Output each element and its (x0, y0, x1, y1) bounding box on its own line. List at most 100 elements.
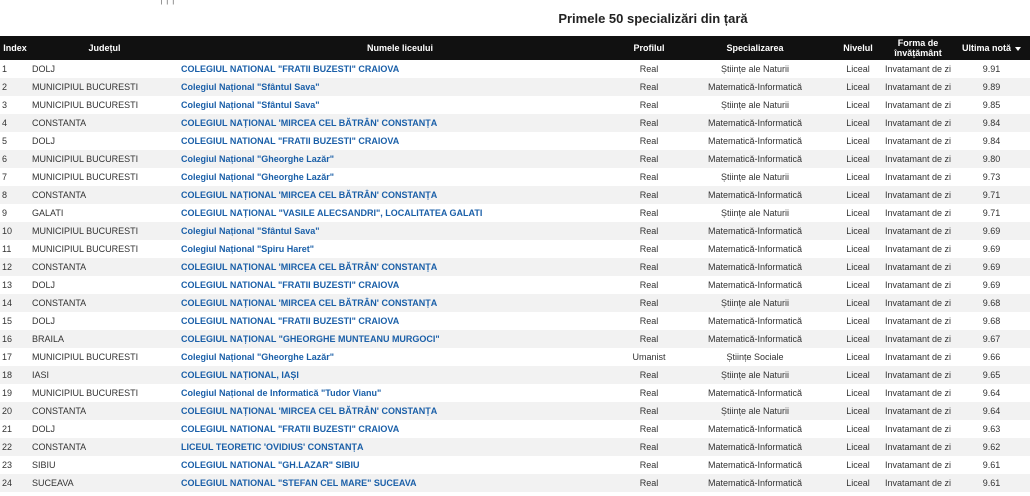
cell-liceu: COLEGIUL NAȚIONAL 'MIRCEA CEL BĂTRÂN' CO… (179, 402, 621, 420)
cell-nivel: Liceal (846, 424, 870, 434)
cell-liceu: Colegiul Național "Spiru Haret" (179, 240, 621, 258)
cell-nivel: Liceal (846, 406, 870, 416)
school-link[interactable]: Colegiul Național "Sfântul Sava" (181, 100, 320, 110)
cell-liceu: COLEGIUL NATIONAL "FRATII BUZESTI" CRAIO… (179, 312, 621, 330)
school-link[interactable]: COLEGIUL NATIONAL "FRATII BUZESTI" CRAIO… (181, 424, 399, 434)
cell-forma: Invatamant de zi (885, 82, 952, 92)
school-link[interactable]: COLEGIUL NAȚIONAL "GHEORGHE MUNTEANU MUR… (181, 334, 440, 344)
cell-index: 22 (2, 442, 13, 452)
school-link[interactable]: Colegiul Național "Gheorghe Lazăr" (181, 172, 334, 182)
cell-judet: SUCEAVA (32, 478, 74, 488)
cell-profil: Real (639, 190, 659, 200)
cell-forma: Invatamant de zi (885, 208, 952, 218)
cell-judet: CONSTANTA (32, 118, 87, 128)
school-link[interactable]: COLEGIUL NATIONAL "FRATII BUZESTI" CRAIO… (181, 316, 399, 326)
school-link[interactable]: COLEGIUL NAȚIONAL "VASILE ALECSANDRI", L… (181, 208, 482, 218)
cell-forma: Invatamant de zi (885, 172, 952, 182)
cell-forma: Invatamant de zi (885, 154, 952, 164)
school-link[interactable]: COLEGIUL NATIONAL "FRATII BUZESTI" CRAIO… (181, 280, 399, 290)
cell-nota: 9.89 (982, 82, 1001, 92)
school-link[interactable]: COLEGIUL NAȚIONAL 'MIRCEA CEL BĂTRÂN' CO… (181, 298, 437, 308)
cell-profil: Real (639, 334, 659, 344)
cell-index: 20 (2, 406, 13, 416)
cell-profil: Real (639, 82, 659, 92)
cell-judet: CONSTANTA (32, 406, 87, 416)
cell-liceu: Colegiul Național "Sfântul Sava" (179, 78, 621, 96)
school-link[interactable]: Colegiul Național "Spiru Haret" (181, 244, 314, 254)
cell-specializare: Matematică-Informatică (707, 190, 803, 200)
cell-judet: DOLJ (32, 316, 56, 326)
cell-index: 23 (2, 460, 13, 470)
cell-judet: CONSTANTA (32, 442, 87, 452)
column-header-nota[interactable]: Ultima notă (953, 36, 1030, 60)
cell-nivel: Liceal (846, 154, 870, 164)
school-link[interactable]: Colegiul Național "Gheorghe Lazăr" (181, 352, 334, 362)
table-row: 8 CONSTANTA COLEGIUL NAȚIONAL 'MIRCEA CEL … (0, 186, 1030, 204)
column-header-forma[interactable]: Forma de învățământ (883, 36, 953, 60)
cell-nivel: Liceal (846, 226, 870, 236)
column-header-specializare[interactable]: Specializarea (677, 36, 833, 60)
cell-nivel: Liceal (846, 442, 870, 452)
cell-nivel: Liceal (846, 208, 870, 218)
cell-forma: Invatamant de zi (885, 316, 952, 326)
cell-specializare: Matematică-Informatică (707, 226, 803, 236)
cell-nivel: Liceal (846, 244, 870, 254)
cell-liceu: COLEGIUL NAȚIONAL, IAȘI (179, 366, 621, 384)
cell-judet: GALATI (32, 208, 64, 218)
cell-index: 13 (2, 280, 13, 290)
cell-specializare: Matematică-Informatică (707, 388, 803, 398)
cell-nivel: Liceal (846, 136, 870, 146)
cell-judet: MUNICIPIUL BUCURESTI (32, 100, 139, 110)
cell-nivel: Liceal (846, 298, 870, 308)
school-link[interactable]: COLEGIUL NAȚIONAL 'MIRCEA CEL BĂTRÂN' CO… (181, 262, 437, 272)
cell-profil: Real (639, 208, 659, 218)
cell-liceu: COLEGIUL NATIONAL "GH.LAZAR" SIBIU (179, 456, 621, 474)
school-link[interactable]: Colegiul Național "Gheorghe Lazăr" (181, 154, 334, 164)
school-link[interactable]: COLEGIUL NATIONAL "STEFAN CEL MARE" SUCE… (181, 478, 417, 488)
school-link[interactable]: Colegiul Național de Informatică "Tudor … (181, 388, 381, 398)
school-link[interactable]: Colegiul Național "Sfântul Sava" (181, 82, 320, 92)
school-link[interactable]: COLEGIUL NAȚIONAL 'MIRCEA CEL BĂTRÂN' CO… (181, 406, 437, 416)
cell-specializare: Matematică-Informatică (707, 136, 803, 146)
cell-index: 15 (2, 316, 13, 326)
cell-index: 10 (2, 226, 13, 236)
cell-specializare: Matematică-Informatică (707, 82, 803, 92)
school-link[interactable]: LICEUL TEORETIC 'OVIDIUS' CONSTANȚA (181, 442, 363, 452)
cell-specializare: Matematică-Informatică (707, 154, 803, 164)
cell-specializare: Științe ale Naturii (720, 370, 790, 380)
cell-judet: CONSTANTA (32, 262, 87, 272)
column-header-judet[interactable]: Județul (30, 36, 179, 60)
school-link[interactable]: Colegiul Național "Sfântul Sava" (181, 226, 320, 236)
cell-index: 19 (2, 388, 13, 398)
school-link[interactable]: COLEGIUL NAȚIONAL 'MIRCEA CEL BĂTRÂN' CO… (181, 118, 437, 128)
cell-profil: Real (639, 424, 659, 434)
cell-forma: Invatamant de zi (885, 406, 952, 416)
table-row: 3 MUNICIPIUL BUCURESTI Colegiul Național "… (0, 96, 1030, 114)
table-row: 10 MUNICIPIUL BUCURESTI Colegiul Național … (0, 222, 1030, 240)
school-link[interactable]: COLEGIUL NATIONAL "FRATII BUZESTI" CRAIO… (181, 64, 399, 74)
top-breadcrumb-fragment: | | | (160, 0, 175, 5)
cell-index: 4 (2, 118, 8, 128)
school-link[interactable]: COLEGIUL NAȚIONAL 'MIRCEA CEL BĂTRÂN' CO… (181, 190, 437, 200)
column-header-nivel[interactable]: Nivelul (833, 36, 883, 60)
cell-specializare: Științe ale Naturii (720, 100, 790, 110)
cell-specializare: Științe ale Naturii (720, 64, 790, 74)
school-link[interactable]: COLEGIUL NATIONAL "GH.LAZAR" SIBIU (181, 460, 360, 470)
cell-liceu: COLEGIUL NATIONAL "FRATII BUZESTI" CRAIO… (179, 132, 621, 150)
cell-forma: Invatamant de zi (885, 100, 952, 110)
column-header-index[interactable]: Index (0, 36, 30, 60)
cell-nota: 9.64 (982, 406, 1001, 416)
cell-specializare: Matematică-Informatică (707, 334, 803, 344)
cell-profil: Real (639, 262, 659, 272)
cell-nivel: Liceal (846, 262, 870, 272)
cell-liceu: Colegiul Național "Gheorghe Lazăr" (179, 348, 621, 366)
column-header-profil[interactable]: Profilul (621, 36, 677, 60)
cell-judet: MUNICIPIUL BUCURESTI (32, 82, 139, 92)
school-link[interactable]: COLEGIUL NAȚIONAL, IAȘI (181, 370, 299, 380)
column-header-liceu[interactable]: Numele liceului (179, 36, 621, 60)
cell-specializare: Științe ale Naturii (720, 172, 790, 182)
cell-nivel: Liceal (846, 190, 870, 200)
cell-judet: MUNICIPIUL BUCURESTI (32, 388, 139, 398)
school-link[interactable]: COLEGIUL NATIONAL "FRATII BUZESTI" CRAIO… (181, 136, 399, 146)
cell-nota: 9.84 (982, 136, 1001, 146)
